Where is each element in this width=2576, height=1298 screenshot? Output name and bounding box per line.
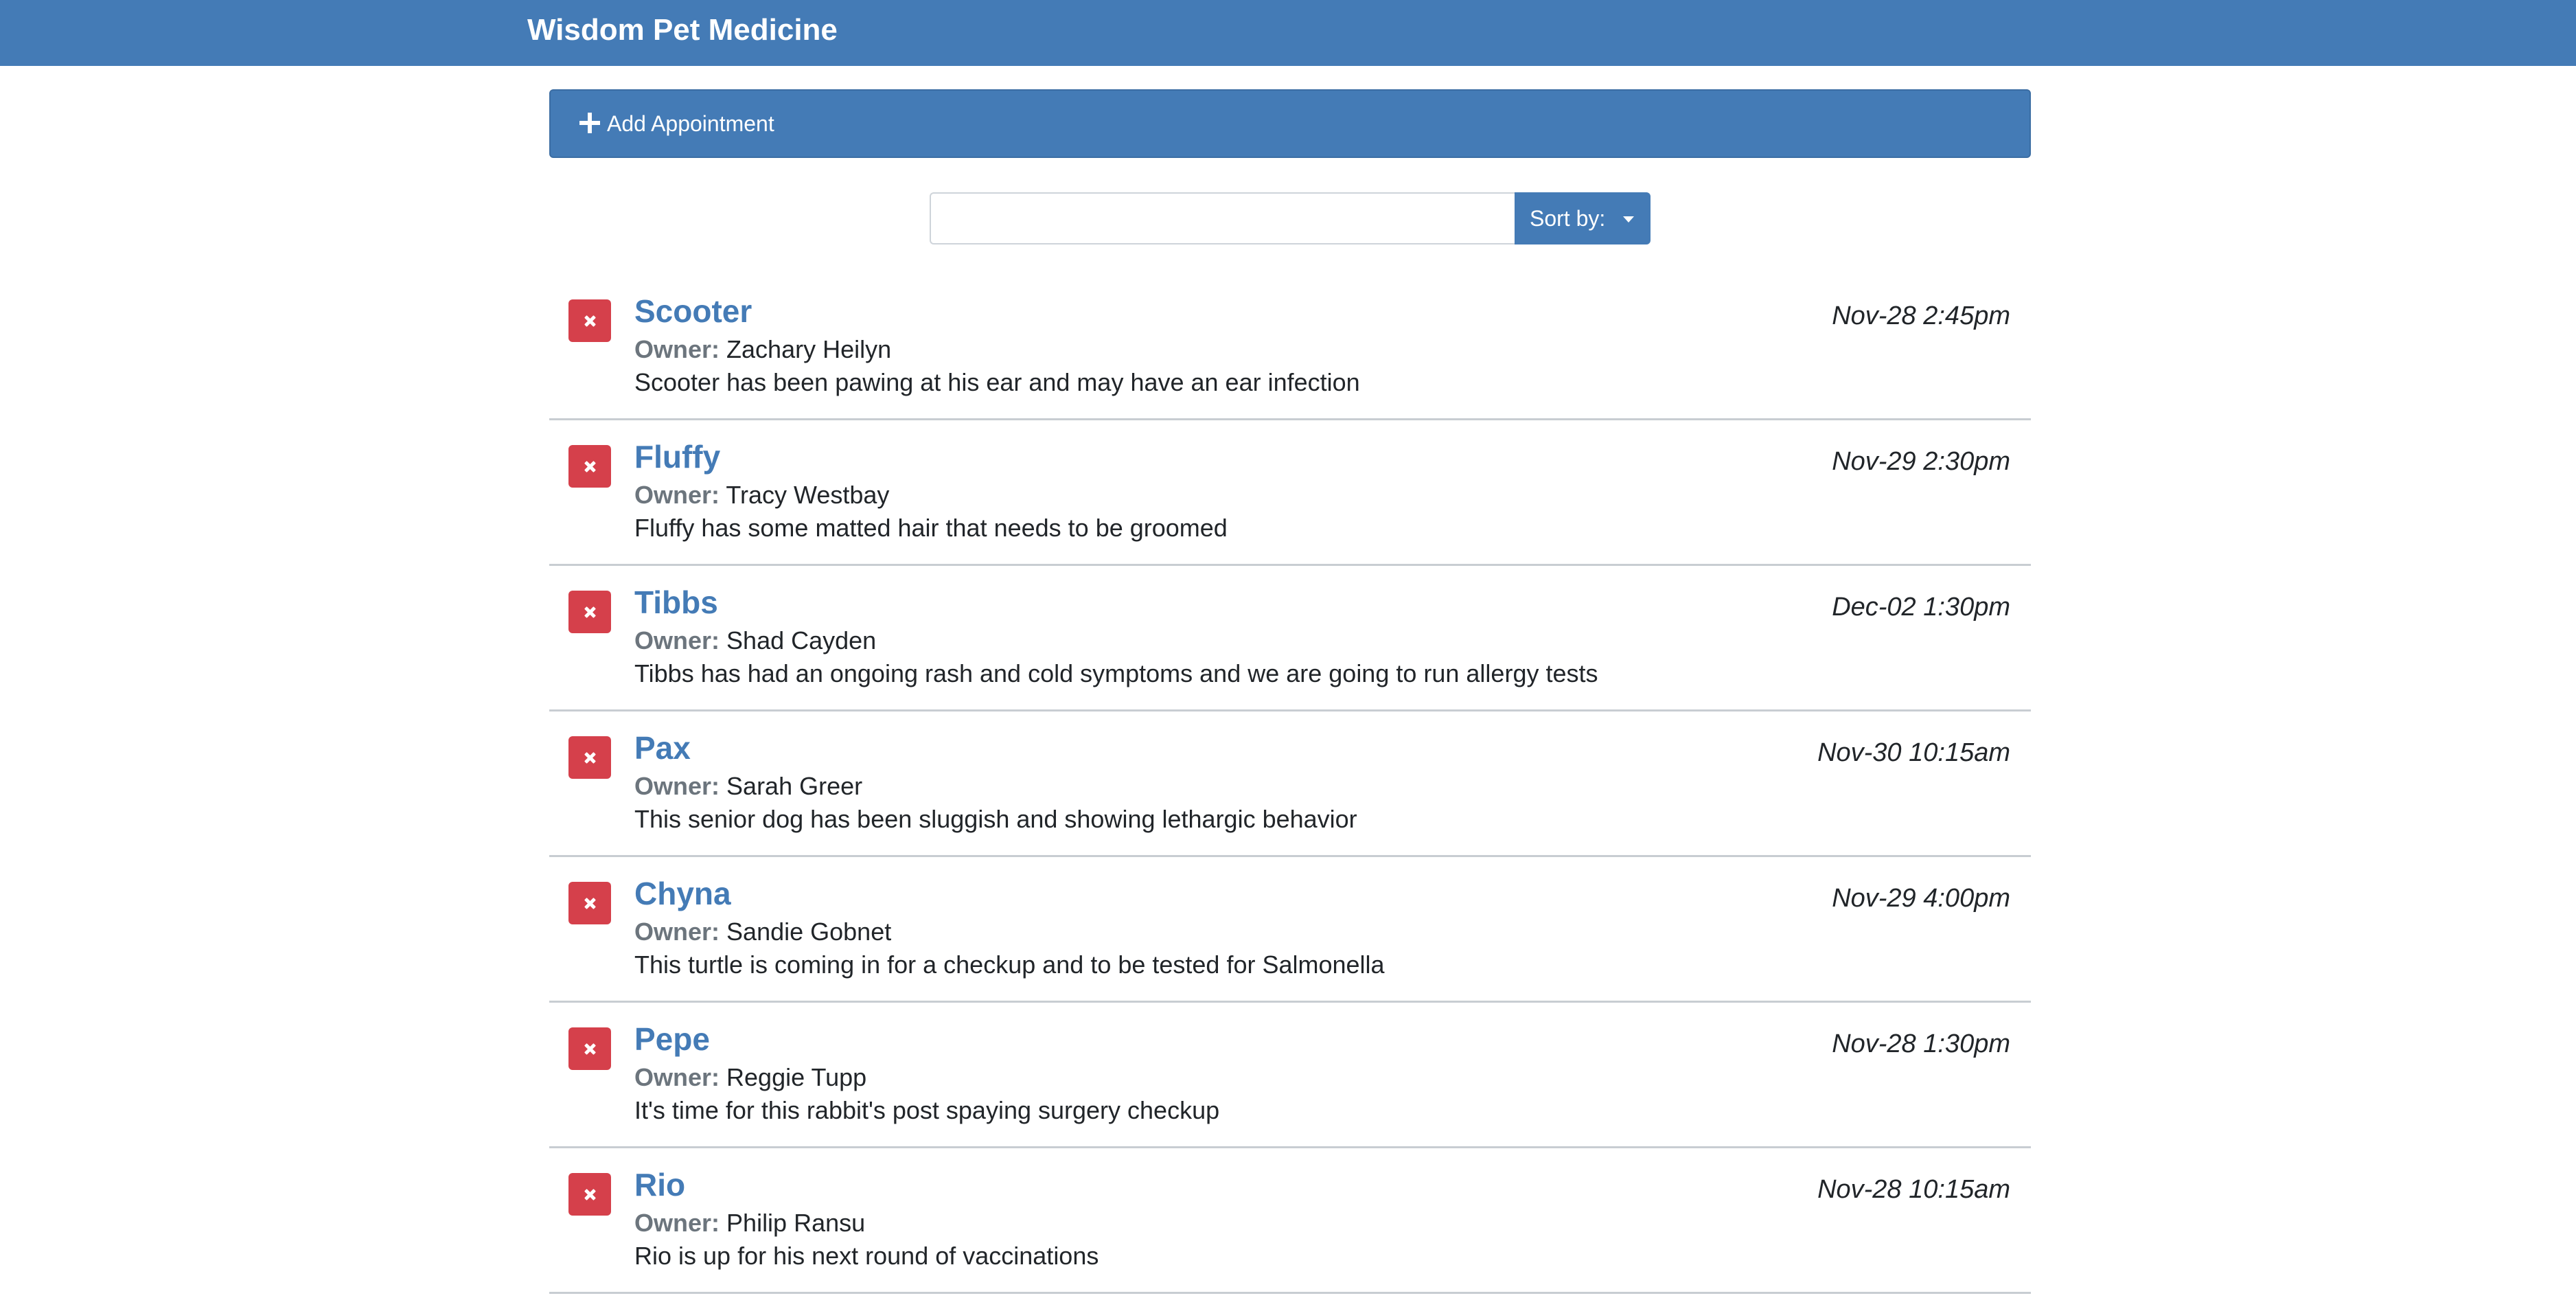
appointment-date: Dec-02 1:30pm bbox=[1832, 593, 2010, 622]
appointment-notes: Tibbs has had an ongoing rash and cold s… bbox=[634, 659, 1598, 687]
appointment-notes: This senior dog has been sluggish and sh… bbox=[634, 805, 1357, 833]
owner-label: Owner: bbox=[634, 1209, 720, 1237]
appointment-notes: Fluffy has some matted hair that needs t… bbox=[634, 514, 1228, 542]
search-input[interactable] bbox=[930, 192, 1516, 244]
pet-name[interactable]: Fluffy bbox=[634, 438, 720, 475]
owner-name: Zachary Heilyn bbox=[726, 335, 892, 363]
appointment-item: Pepe Nov-28 1:30pm Owner: Reggie Tupp It… bbox=[549, 1003, 2031, 1148]
appointment-item: Tibbs Dec-02 1:30pm Owner: Shad Cayden T… bbox=[549, 566, 2031, 711]
appointment-list: Scooter Nov-28 2:45pm Owner: Zachary Hei… bbox=[549, 275, 2031, 1294]
appointment-notes: It's time for this rabbit's post spaying… bbox=[634, 1096, 1220, 1124]
appointment-date: Nov-29 4:00pm bbox=[1832, 884, 2010, 913]
close-icon bbox=[568, 591, 611, 633]
pet-name[interactable]: Pax bbox=[634, 729, 691, 766]
appointment-item: Rio Nov-28 10:15am Owner: Philip Ransu R… bbox=[549, 1148, 2031, 1294]
owner-line: Owner: Philip Ransu bbox=[634, 1207, 865, 1239]
delete-appointment-button[interactable] bbox=[568, 736, 611, 779]
appointment-notes: Rio is up for his next round of vaccinat… bbox=[634, 1242, 1099, 1270]
pet-name[interactable]: Pepe bbox=[634, 1021, 710, 1058]
appointment-item: Pax Nov-30 10:15am Owner: Sarah Greer Th… bbox=[549, 711, 2031, 857]
owner-name: Tracy Westbay bbox=[726, 481, 890, 509]
close-icon bbox=[568, 299, 611, 342]
appointment-date: Nov-30 10:15am bbox=[1817, 738, 2010, 767]
appointment-notes: Scooter has been pawing at his ear and m… bbox=[634, 368, 1360, 396]
top-navbar: Wisdom Pet Medicine bbox=[0, 0, 2576, 66]
owner-line: Owner: Sarah Greer bbox=[634, 771, 862, 802]
appointment-notes: This turtle is coming in for a checkup a… bbox=[634, 950, 1385, 979]
close-icon bbox=[568, 1027, 611, 1070]
appointment-item: Fluffy Nov-29 2:30pm Owner: Tracy Westba… bbox=[549, 420, 2031, 566]
owner-name: Reggie Tupp bbox=[726, 1063, 867, 1091]
appointment-item: Chyna Nov-29 4:00pm Owner: Sandie Gobnet… bbox=[549, 857, 2031, 1003]
pet-name[interactable]: Rio bbox=[634, 1166, 685, 1203]
close-icon bbox=[568, 1173, 611, 1216]
owner-line: Owner: Sandie Gobnet bbox=[634, 916, 891, 948]
owner-line: Owner: Reggie Tupp bbox=[634, 1062, 866, 1093]
owner-label: Owner: bbox=[634, 772, 720, 800]
close-icon bbox=[568, 445, 611, 488]
owner-line: Owner: Shad Cayden bbox=[634, 625, 876, 657]
pet-name[interactable]: Chyna bbox=[634, 875, 731, 912]
brand-title[interactable]: Wisdom Pet Medicine bbox=[527, 5, 838, 55]
owner-line: Owner: Tracy Westbay bbox=[634, 479, 889, 511]
appointment-date: Nov-29 2:30pm bbox=[1832, 447, 2010, 476]
delete-appointment-button[interactable] bbox=[568, 1027, 611, 1070]
owner-label: Owner: bbox=[634, 626, 720, 654]
close-icon bbox=[568, 882, 611, 924]
sort-label: Sort by: bbox=[1530, 206, 1606, 231]
add-appointment-label: Add Appointment bbox=[607, 111, 774, 136]
delete-appointment-button[interactable] bbox=[568, 445, 611, 488]
appointment-date: Nov-28 10:15am bbox=[1817, 1175, 2010, 1204]
owner-name: Shad Cayden bbox=[726, 626, 877, 654]
delete-appointment-button[interactable] bbox=[568, 299, 611, 342]
sort-dropdown-button[interactable]: Sort by: bbox=[1515, 192, 1651, 244]
owner-line: Owner: Zachary Heilyn bbox=[634, 334, 891, 365]
caret-down-icon bbox=[1623, 216, 1634, 223]
delete-appointment-button[interactable] bbox=[568, 882, 611, 924]
owner-label: Owner: bbox=[634, 1063, 720, 1091]
owner-name: Sandie Gobnet bbox=[726, 918, 892, 946]
appointment-item: Scooter Nov-28 2:45pm Owner: Zachary Hei… bbox=[549, 275, 2031, 420]
appointment-date: Nov-28 1:30pm bbox=[1832, 1029, 2010, 1058]
pet-name[interactable]: Tibbs bbox=[634, 584, 718, 621]
appointment-date: Nov-28 2:45pm bbox=[1832, 301, 2010, 330]
owner-name: Philip Ransu bbox=[726, 1209, 866, 1237]
plus-icon bbox=[579, 113, 600, 133]
delete-appointment-button[interactable] bbox=[568, 1173, 611, 1216]
owner-name: Sarah Greer bbox=[726, 772, 863, 800]
owner-label: Owner: bbox=[634, 481, 720, 509]
owner-label: Owner: bbox=[634, 918, 720, 946]
delete-appointment-button[interactable] bbox=[568, 591, 611, 633]
pet-name[interactable]: Scooter bbox=[634, 293, 752, 330]
add-appointment-button[interactable]: Add Appointment bbox=[549, 89, 2031, 158]
close-icon bbox=[568, 736, 611, 779]
owner-label: Owner: bbox=[634, 335, 720, 363]
